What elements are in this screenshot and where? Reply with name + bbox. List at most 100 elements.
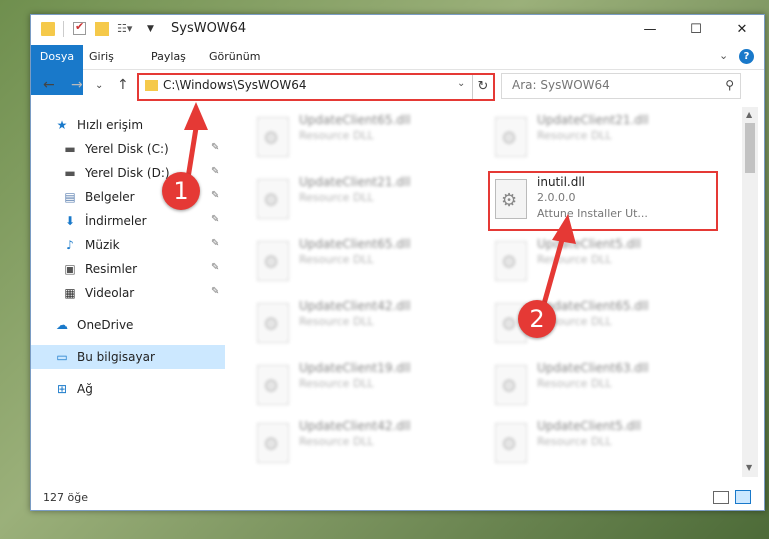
- tab-giris[interactable]: Giriş: [89, 45, 114, 69]
- network-icon: ⊞: [56, 382, 68, 396]
- sidebar-item-label: Yerel Disk (C:): [85, 142, 169, 156]
- vertical-scrollbar[interactable]: ▲ ▼: [742, 107, 758, 477]
- sidebar-item-videos[interactable]: ▦ Videolar ✎: [31, 281, 225, 305]
- tab-paylas[interactable]: Paylaş: [151, 45, 186, 69]
- list-item[interactable]: UpdateClient5.dll Resource DLL: [465, 235, 685, 285]
- sidebar-item-label: Videolar: [85, 286, 135, 300]
- item-count: 127 öğe: [43, 491, 88, 504]
- sidebar-item-label: Belgeler: [85, 190, 135, 204]
- ribbon-expand-icon[interactable]: ⌄: [719, 49, 728, 62]
- scroll-down-icon[interactable]: ▼: [746, 463, 752, 472]
- scrollbar-thumb[interactable]: [745, 123, 755, 173]
- dll-file-icon: [257, 365, 289, 405]
- file-list: UpdateClient65.dll Resource DLL UpdateCl…: [227, 107, 742, 477]
- dll-file-icon: [495, 423, 527, 463]
- drive-icon: ▬: [64, 166, 76, 180]
- star-icon: ★: [56, 118, 68, 132]
- dll-file-icon: [257, 423, 289, 463]
- cloud-icon: ☁: [56, 318, 68, 332]
- sidebar-item-pictures[interactable]: ▣ Resimler ✎: [31, 257, 225, 281]
- pin-icon[interactable]: ✎: [211, 238, 219, 249]
- folder-icon: [41, 22, 55, 36]
- sidebar-item-downloads[interactable]: ⬇ İndirmeler ✎: [31, 209, 225, 233]
- recent-locations-button[interactable]: ⌄: [95, 80, 103, 91]
- list-item[interactable]: UpdateClient42.dll Resource DLL: [227, 417, 447, 467]
- forward-button[interactable]: →: [71, 77, 83, 93]
- sidebar-item-network[interactable]: ⊞ Ağ: [31, 377, 225, 401]
- list-item[interactable]: UpdateClient21.dll Resource DLL: [227, 173, 447, 223]
- videos-icon: ▦: [64, 286, 76, 300]
- maximize-button[interactable]: ☐: [673, 15, 719, 45]
- tab-gorunum[interactable]: Görünüm: [209, 45, 260, 69]
- refresh-button[interactable]: ↻: [472, 75, 493, 99]
- computer-icon: ▭: [56, 350, 68, 364]
- list-item[interactable]: UpdateClient65.dll Resource DLL: [227, 235, 447, 285]
- address-bar[interactable]: C:\Windows\SysWOW64 ⌄ ↻: [137, 73, 495, 101]
- search-icon: ⚲: [725, 78, 734, 92]
- documents-icon: ▤: [64, 190, 76, 204]
- list-item[interactable]: UpdateClient21.dll Resource DLL: [465, 111, 685, 161]
- sidebar-item-music[interactable]: ♪ Müzik ✎: [31, 233, 225, 257]
- ribbon-tabs: Dosya Giriş Paylaş Görünüm ⌄ ?: [31, 45, 764, 95]
- pin-icon[interactable]: ✎: [211, 214, 219, 225]
- search-box[interactable]: ⚲: [501, 73, 741, 99]
- dll-file-icon: [495, 365, 527, 405]
- search-input[interactable]: [510, 77, 714, 93]
- sidebar-item-label: Hızlı erişim: [77, 118, 144, 132]
- pin-icon[interactable]: ✎: [211, 142, 219, 153]
- pin-icon[interactable]: ✎: [211, 262, 219, 273]
- customize-icon[interactable]: ☷▾: [117, 22, 135, 36]
- sidebar-item-label: Müzik: [85, 238, 120, 252]
- title-bar: ☷▾ ▼ SysWOW64 — ☐ ✕: [31, 15, 764, 45]
- sidebar-item-disk-c[interactable]: ▬ Yerel Disk (C:) ✎: [31, 137, 225, 161]
- folder-icon: [145, 80, 158, 91]
- pin-icon[interactable]: ✎: [211, 166, 219, 177]
- back-button[interactable]: ←: [43, 77, 55, 93]
- list-item[interactable]: UpdateClient65.dll Resource DLL: [465, 297, 685, 347]
- list-item[interactable]: UpdateClient19.dll Resource DLL: [227, 359, 447, 409]
- callout-badge-1: 1: [162, 172, 200, 210]
- new-folder-icon[interactable]: [95, 22, 109, 36]
- minimize-button[interactable]: —: [627, 15, 673, 45]
- scroll-up-icon[interactable]: ▲: [746, 110, 752, 119]
- list-item[interactable]: UpdateClient63.dll Resource DLL: [465, 359, 685, 409]
- properties-icon[interactable]: [73, 20, 86, 35]
- sidebar-item-quick-access[interactable]: ★ Hızlı erişim: [31, 113, 225, 137]
- sidebar-item-label: Ağ: [77, 382, 93, 396]
- address-dropdown-icon[interactable]: ⌄: [457, 78, 465, 89]
- window-title: SysWOW64: [171, 21, 247, 36]
- sidebar-item-label: Resimler: [85, 262, 138, 276]
- toolbar-separator: [63, 21, 64, 37]
- dll-file-icon: [257, 241, 289, 281]
- navigation-bar: ← → ⌄ ↑ C:\Windows\SysWOW64 ⌄ ↻ ⚲: [31, 70, 764, 102]
- close-button[interactable]: ✕: [719, 15, 765, 45]
- sidebar-item-label: Yerel Disk (D:): [85, 166, 170, 180]
- sidebar-item-label: OneDrive: [77, 318, 134, 332]
- sidebar-item-label: Bu bilgisayar: [77, 350, 155, 364]
- sidebar-item-label: İndirmeler: [85, 214, 147, 228]
- list-item[interactable]: UpdateClient5.dll Resource DLL: [465, 417, 685, 467]
- status-bar: 127 öğe: [31, 485, 764, 509]
- highlight-box: [488, 171, 718, 231]
- dll-file-icon: [257, 179, 289, 219]
- sidebar-item-onedrive[interactable]: ☁ OneDrive: [31, 313, 225, 337]
- list-item[interactable]: UpdateClient42.dll Resource DLL: [227, 297, 447, 347]
- callout-badge-2: 2: [518, 300, 556, 338]
- large-icons-view-icon[interactable]: [735, 490, 751, 504]
- details-view-icon[interactable]: [713, 491, 729, 504]
- pin-icon[interactable]: ✎: [211, 286, 219, 297]
- drive-icon: ▬: [64, 142, 76, 156]
- dll-file-icon: [257, 117, 289, 157]
- sidebar-item-this-pc[interactable]: ▭ Bu bilgisayar: [31, 345, 225, 369]
- dll-file-icon: [495, 117, 527, 157]
- pin-icon[interactable]: ✎: [211, 190, 219, 201]
- help-icon[interactable]: ?: [739, 49, 754, 64]
- quick-access-dropdown-icon[interactable]: ▼: [147, 22, 157, 36]
- up-button[interactable]: ↑: [117, 77, 129, 93]
- list-item[interactable]: UpdateClient65.dll Resource DLL: [227, 111, 447, 161]
- music-icon: ♪: [66, 238, 74, 252]
- address-path[interactable]: C:\Windows\SysWOW64: [163, 78, 307, 92]
- pictures-icon: ▣: [64, 262, 76, 276]
- download-icon: ⬇: [64, 214, 76, 228]
- dll-file-icon: [495, 241, 527, 281]
